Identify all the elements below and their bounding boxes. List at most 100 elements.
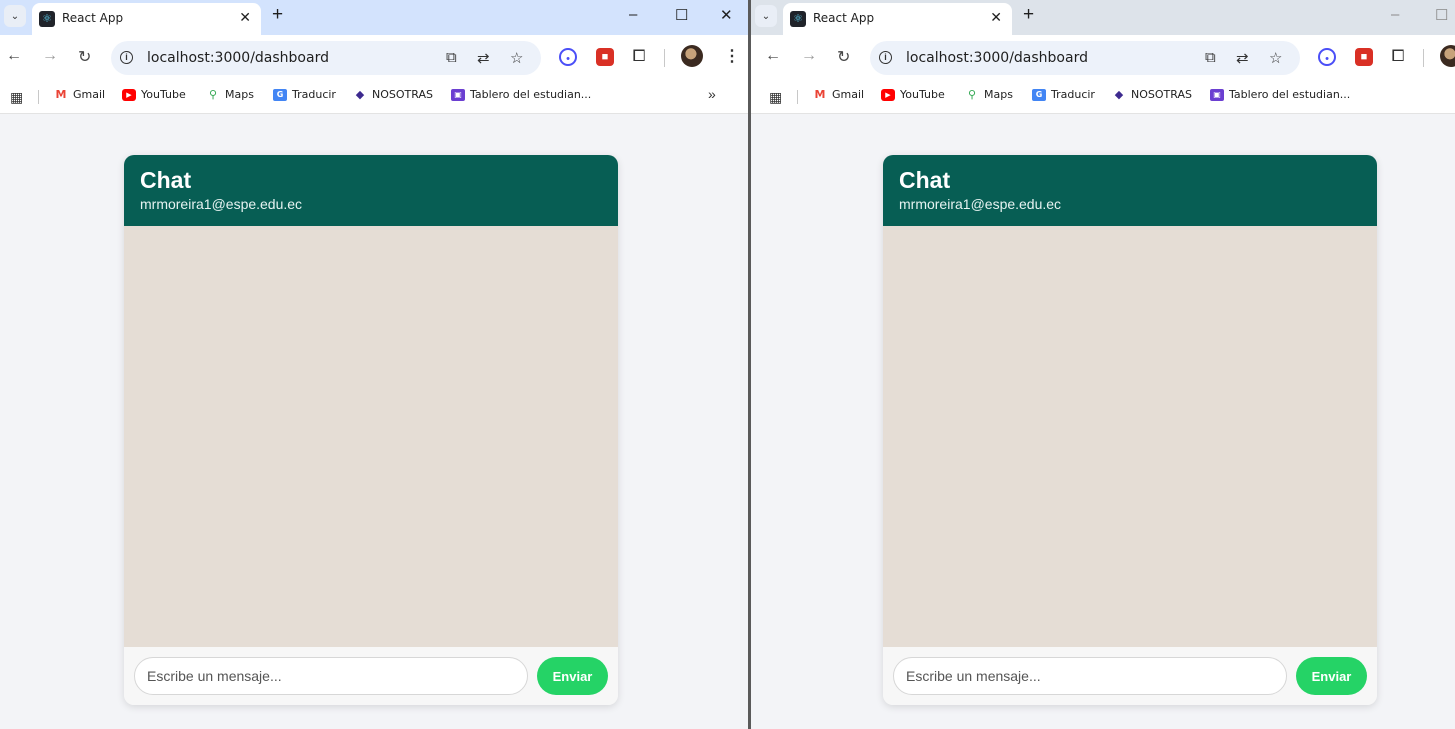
react-icon: ⚛	[790, 11, 806, 27]
apps-grid-icon[interactable]: ▦	[10, 89, 23, 106]
translate-icon[interactable]: ⇄	[1236, 49, 1249, 67]
bookmark-gmail[interactable]: M Gmail	[54, 87, 106, 101]
bookmarks-separator	[38, 90, 39, 104]
site-info-icon[interactable]: i	[879, 51, 892, 64]
apps-grid-icon[interactable]: ▦	[769, 89, 782, 106]
bookmark-label: Maps	[984, 88, 1013, 101]
bookmark-nosotras[interactable]: ◆ NOSOTRAS	[353, 88, 433, 101]
close-tab-icon[interactable]: ✕	[990, 9, 1002, 26]
chat-header: Chat mrmoreira1@espe.edu.ec	[883, 155, 1377, 226]
message-input[interactable]	[134, 657, 528, 695]
bookmark-youtube[interactable]: ▶ YouTube	[122, 88, 186, 101]
bookmark-label: NOSOTRAS	[372, 88, 433, 101]
tab-title: React App	[62, 11, 124, 25]
install-app-icon[interactable]: ⧉	[446, 49, 457, 66]
translate-icon[interactable]: ⇄	[477, 49, 490, 67]
bookmarks-bar: ▦ M Gmail ▶ YouTube ⚲ Maps G Traducir ◆ NOSOT…	[751, 80, 1455, 114]
bookmark-star-icon[interactable]: ☆	[510, 49, 523, 67]
bookmark-youtube[interactable]: ▶ YouTube	[881, 88, 945, 101]
site-info-icon[interactable]: i	[120, 51, 133, 64]
bookmark-gmail[interactable]: M Gmail	[813, 87, 865, 101]
bookmark-star-icon[interactable]: ☆	[1269, 49, 1282, 67]
bookmark-label: Tablero del estudian...	[470, 88, 592, 101]
url-text: localhost:3000/dashboard	[906, 50, 1088, 66]
chat-input-bar: Enviar	[124, 647, 618, 705]
extensions-puzzle-icon[interactable]: ⧠	[630, 48, 648, 66]
extension-icon[interactable]: •	[559, 48, 577, 66]
profile-avatar[interactable]	[1440, 45, 1455, 67]
back-icon[interactable]: ←	[6, 47, 22, 65]
bookmark-tablero[interactable]: ▣ Tablero del estudian...	[1210, 88, 1350, 101]
back-icon[interactable]: ←	[765, 47, 781, 65]
chat-user-email: mrmoreira1@espe.edu.ec	[899, 196, 1062, 212]
maximize-icon[interactable]: ☐	[1435, 6, 1448, 24]
tablero-icon: ▣	[1210, 88, 1224, 101]
close-window-icon[interactable]: ✕	[720, 6, 733, 24]
extensions-puzzle-icon[interactable]: ⧠	[1389, 48, 1407, 66]
translate-icon: G	[273, 88, 287, 101]
bookmark-traducir[interactable]: G Traducir	[1032, 88, 1095, 101]
new-tab-icon[interactable]: +	[272, 4, 283, 26]
close-tab-icon[interactable]: ✕	[239, 9, 251, 26]
youtube-icon: ▶	[122, 88, 136, 101]
minimize-icon[interactable]: –	[1391, 6, 1399, 23]
bookmarks-bar: ▦ M Gmail ▶ YouTube ⚲ Maps G Traducir ◆ NOSOT…	[0, 80, 748, 114]
menu-dots-icon[interactable]: ⋮	[724, 46, 740, 66]
address-bar[interactable]: i localhost:3000/dashboard ⧉ ⇄ ☆	[870, 41, 1300, 75]
extension-red-icon[interactable]: ■	[596, 48, 614, 66]
url-text: localhost:3000/dashboard	[147, 50, 329, 66]
extension-red-icon[interactable]: ■	[1355, 48, 1373, 66]
forward-icon[interactable]: →	[42, 47, 58, 65]
messages-area[interactable]	[124, 226, 618, 647]
tab-search-icon[interactable]: ⌄	[755, 5, 777, 27]
translate-icon: G	[1032, 88, 1046, 101]
tablero-icon: ▣	[451, 88, 465, 101]
minimize-icon[interactable]: –	[629, 6, 637, 23]
tab-react-app[interactable]: ⚛ React App ✕	[783, 3, 1012, 35]
send-button[interactable]: Enviar	[1296, 657, 1367, 695]
toolbar-separator	[1423, 49, 1424, 67]
tab-strip: ⌄ ⚛ React App ✕ + – ☐ ✕	[0, 0, 748, 35]
bookmark-label: YouTube	[900, 88, 945, 101]
bookmark-label: Traducir	[292, 88, 336, 101]
message-input[interactable]	[893, 657, 1287, 695]
bookmark-traducir[interactable]: G Traducir	[273, 88, 336, 101]
bookmark-label: Gmail	[832, 88, 865, 101]
maximize-icon[interactable]: ☐	[675, 6, 688, 24]
reload-icon[interactable]: ↻	[78, 47, 91, 67]
bookmark-label: YouTube	[141, 88, 186, 101]
forward-icon[interactable]: →	[801, 47, 817, 65]
toolbar-separator	[664, 49, 665, 67]
profile-avatar[interactable]	[681, 45, 703, 67]
bookmark-nosotras[interactable]: ◆ NOSOTRAS	[1112, 88, 1192, 101]
bookmark-label: Traducir	[1051, 88, 1095, 101]
reload-icon[interactable]: ↻	[837, 47, 850, 67]
chat-title: Chat	[140, 167, 192, 193]
bookmark-label: Maps	[225, 88, 254, 101]
bookmark-label: Tablero del estudian...	[1229, 88, 1351, 101]
gmail-icon: M	[55, 87, 67, 101]
nosotras-icon: ◆	[355, 87, 365, 101]
install-app-icon[interactable]: ⧉	[1205, 49, 1216, 66]
tab-search-icon[interactable]: ⌄	[4, 5, 26, 27]
chat-user-email: mrmoreira1@espe.edu.ec	[140, 196, 303, 212]
bookmark-maps[interactable]: ⚲ Maps	[206, 88, 254, 101]
chat-header: Chat mrmoreira1@espe.edu.ec	[124, 155, 618, 226]
nosotras-icon: ◆	[1114, 87, 1124, 101]
bookmark-maps[interactable]: ⚲ Maps	[965, 88, 1013, 101]
maps-pin-icon: ⚲	[967, 87, 977, 101]
chat-card: Chat mrmoreira1@espe.edu.ec Enviar	[124, 155, 618, 705]
browser-window-right: ⌄ ⚛ React App ✕ + – ☐ ← → ↻ i localhost:…	[751, 0, 1455, 729]
tab-react-app[interactable]: ⚛ React App ✕	[32, 3, 261, 35]
new-tab-icon[interactable]: +	[1023, 4, 1034, 26]
send-button[interactable]: Enviar	[537, 657, 608, 695]
bookmark-label: Gmail	[73, 88, 106, 101]
messages-area[interactable]	[883, 226, 1377, 647]
react-icon: ⚛	[39, 11, 55, 27]
address-bar[interactable]: i localhost:3000/dashboard ⧉ ⇄ ☆	[111, 41, 541, 75]
gmail-icon: M	[814, 87, 826, 101]
bookmark-tablero[interactable]: ▣ Tablero del estudian...	[451, 88, 591, 101]
desktop: ⌄ ⚛ React App ✕ + – ☐ ✕ ← → ↻ i localhos…	[0, 0, 1455, 729]
more-bookmarks-icon[interactable]: »	[708, 86, 716, 102]
extension-icon[interactable]: •	[1318, 48, 1336, 66]
